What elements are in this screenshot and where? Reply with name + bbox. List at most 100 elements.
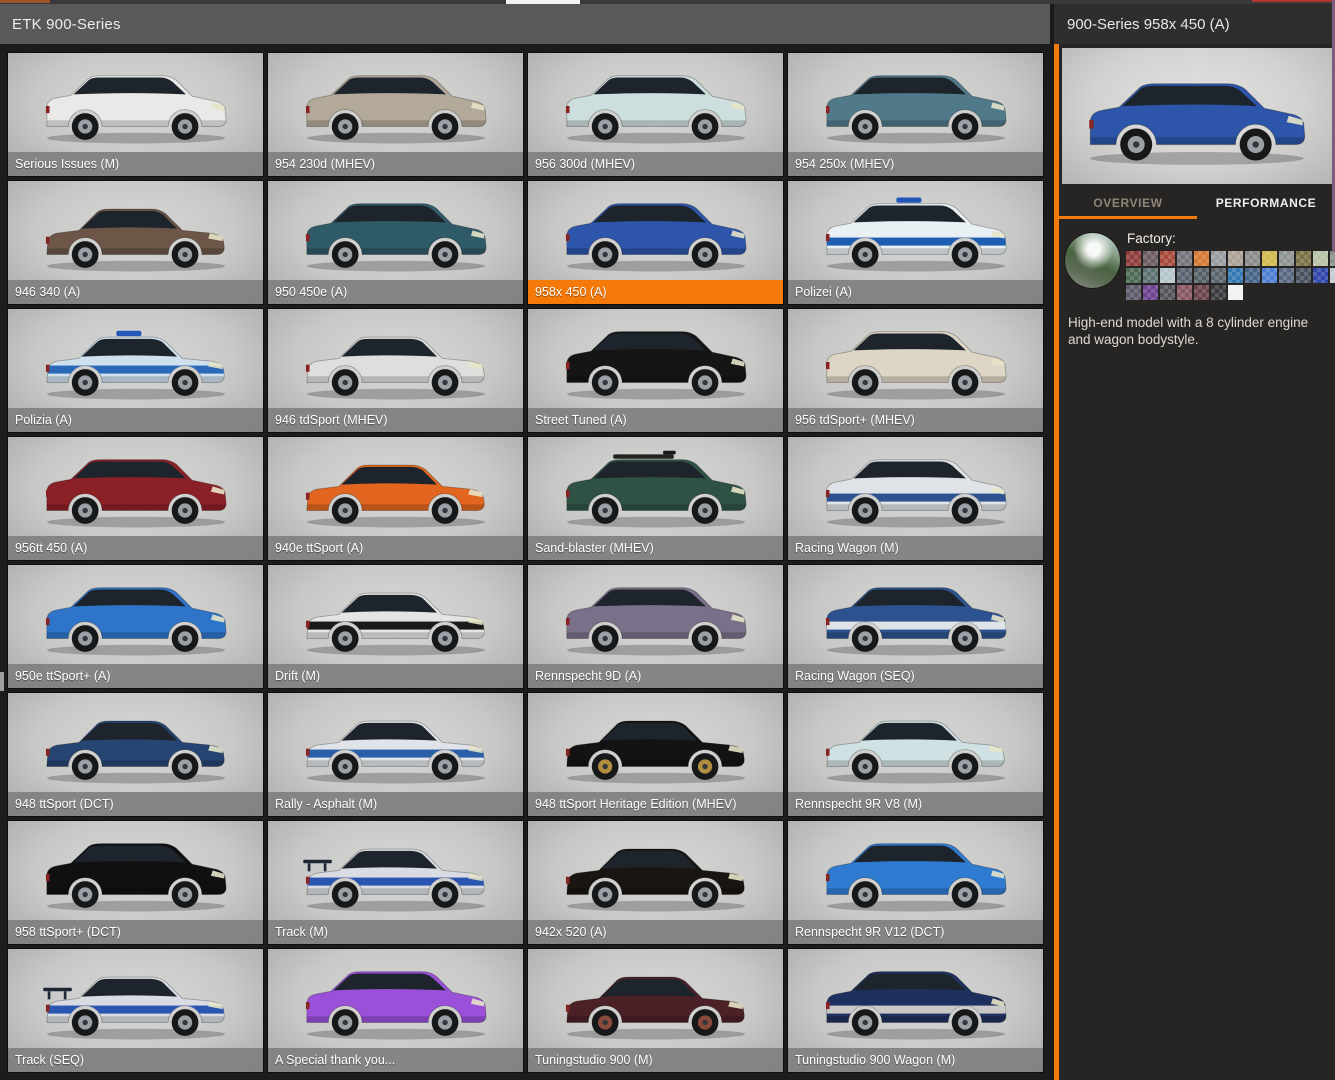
grid-scrollbar-thumb[interactable] bbox=[0, 672, 4, 691]
color-swatch[interactable] bbox=[1126, 268, 1141, 283]
vehicle-config-tile[interactable]: Rennspecht 9R V12 (DCT) bbox=[788, 821, 1043, 944]
vehicle-config-tile[interactable]: Polizia (A) bbox=[8, 309, 263, 432]
vehicle-config-tile[interactable]: 948 ttSport Heritage Edition (MHEV) bbox=[528, 693, 783, 816]
vehicle-list-title: ETK 900-Series bbox=[0, 16, 121, 33]
config-name-label: Rally - Asphalt (M) bbox=[268, 792, 523, 816]
color-swatch[interactable] bbox=[1160, 251, 1175, 266]
vehicle-config-tile[interactable]: Tuningstudio 900 Wagon (M) bbox=[788, 949, 1043, 1072]
config-name-label: A Special thank you... bbox=[268, 1048, 523, 1072]
color-swatch[interactable] bbox=[1262, 268, 1277, 283]
tab-overview[interactable]: OVERVIEW bbox=[1059, 189, 1197, 219]
color-swatch[interactable] bbox=[1262, 251, 1277, 266]
color-swatch[interactable] bbox=[1177, 268, 1192, 283]
config-name-label: 956 300d (MHEV) bbox=[528, 152, 783, 176]
vehicle-config-tile[interactable]: 954 250x (MHEV) bbox=[788, 53, 1043, 176]
color-swatch[interactable] bbox=[1126, 285, 1141, 300]
vehicle-config-tile[interactable]: Racing Wagon (SEQ) bbox=[788, 565, 1043, 688]
vehicle-config-tile[interactable]: Racing Wagon (M) bbox=[788, 437, 1043, 560]
environment-thumbnail[interactable] bbox=[1065, 233, 1120, 288]
color-swatch[interactable] bbox=[1279, 251, 1294, 266]
color-swatch[interactable] bbox=[1160, 268, 1175, 283]
vehicle-render bbox=[268, 693, 523, 792]
config-name-label: Track (M) bbox=[268, 920, 523, 944]
vehicle-render bbox=[528, 309, 783, 408]
color-swatch[interactable] bbox=[1143, 285, 1158, 300]
color-swatch[interactable] bbox=[1245, 268, 1260, 283]
vehicle-config-tile[interactable]: Rennspecht 9R V8 (M) bbox=[788, 693, 1043, 816]
vehicle-render bbox=[8, 309, 263, 408]
vehicle-config-tile[interactable]: Serious Issues (M) bbox=[8, 53, 263, 176]
color-swatch[interactable] bbox=[1313, 251, 1328, 266]
config-name-label: Tuningstudio 900 Wagon (M) bbox=[788, 1048, 1043, 1072]
vehicle-config-tile[interactable]: 950 450e (A) bbox=[268, 181, 523, 304]
color-swatch[interactable] bbox=[1296, 251, 1311, 266]
vehicle-render bbox=[8, 565, 263, 664]
vehicle-render bbox=[8, 949, 263, 1048]
vehicle-config-tile[interactable]: 946 340 (A) bbox=[8, 181, 263, 304]
color-swatch[interactable] bbox=[1177, 285, 1192, 300]
config-name-label: 958x 450 (A) bbox=[528, 280, 783, 304]
vehicle-render bbox=[8, 437, 263, 536]
vehicle-config-tile[interactable]: 956 tdSport+ (MHEV) bbox=[788, 309, 1043, 432]
vehicle-render bbox=[788, 693, 1043, 792]
vehicle-config-tile[interactable]: 958 ttSport+ (DCT) bbox=[8, 821, 263, 944]
color-swatch[interactable] bbox=[1211, 251, 1226, 266]
color-swatch[interactable] bbox=[1330, 268, 1335, 283]
color-swatch[interactable] bbox=[1194, 285, 1209, 300]
vehicle-config-tile[interactable]: 942x 520 (A) bbox=[528, 821, 783, 944]
config-grid-area: Serious Issues (M) 954 230d (MHEV) 956 3… bbox=[0, 44, 1050, 1080]
color-swatch[interactable] bbox=[1228, 268, 1243, 283]
vehicle-config-tile[interactable]: 958x 450 (A) bbox=[528, 181, 783, 304]
color-swatch[interactable] bbox=[1228, 285, 1243, 300]
vehicle-config-tile[interactable]: 956tt 450 (A) bbox=[8, 437, 263, 560]
color-swatch[interactable] bbox=[1313, 268, 1328, 283]
vehicle-config-tile[interactable]: Track (SEQ) bbox=[8, 949, 263, 1072]
vehicle-list-header: ETK 900-Series bbox=[0, 4, 1050, 44]
tab-performance[interactable]: PERFORMANCE bbox=[1197, 189, 1335, 219]
color-swatch[interactable] bbox=[1143, 268, 1158, 283]
config-name-label: 956tt 450 (A) bbox=[8, 536, 263, 560]
vehicle-config-tile[interactable]: Rally - Asphalt (M) bbox=[268, 693, 523, 816]
vehicle-config-tile[interactable]: Rennspecht 9D (A) bbox=[528, 565, 783, 688]
color-swatch[interactable] bbox=[1245, 251, 1260, 266]
top-strip-brown-segment bbox=[0, 0, 50, 3]
color-swatch[interactable] bbox=[1160, 285, 1175, 300]
color-swatch[interactable] bbox=[1211, 285, 1226, 300]
vehicle-config-tile[interactable]: Tuningstudio 900 (M) bbox=[528, 949, 783, 1072]
config-name-label: Polizei (A) bbox=[788, 280, 1043, 304]
top-strip-red-segment bbox=[1252, 0, 1335, 2]
color-swatch[interactable] bbox=[1228, 251, 1243, 266]
vehicle-config-tile[interactable]: A Special thank you... bbox=[268, 949, 523, 1072]
color-swatch[interactable] bbox=[1279, 268, 1294, 283]
config-name-label: 958 ttSport+ (DCT) bbox=[8, 920, 263, 944]
vehicle-config-tile[interactable]: Sand-blaster (MHEV) bbox=[528, 437, 783, 560]
vehicle-config-tile[interactable]: 946 tdSport (MHEV) bbox=[268, 309, 523, 432]
vehicle-render bbox=[8, 53, 263, 152]
color-swatch[interactable] bbox=[1177, 251, 1192, 266]
color-swatch[interactable] bbox=[1211, 268, 1226, 283]
vehicle-config-tile[interactable]: 956 300d (MHEV) bbox=[528, 53, 783, 176]
selected-config-title: 900-Series 958x 450 (A) bbox=[1054, 16, 1230, 33]
vehicle-render bbox=[528, 565, 783, 664]
color-swatch[interactable] bbox=[1296, 268, 1311, 283]
vehicle-config-tile[interactable]: 954 230d (MHEV) bbox=[268, 53, 523, 176]
vehicle-config-tile[interactable]: Street Tuned (A) bbox=[528, 309, 783, 432]
color-swatch[interactable] bbox=[1194, 268, 1209, 283]
config-name-label: 950e ttSport+ (A) bbox=[8, 664, 263, 688]
color-swatch[interactable] bbox=[1126, 251, 1141, 266]
factory-color-palette bbox=[1126, 251, 1329, 300]
vehicle-config-tile[interactable]: 940e ttSport (A) bbox=[268, 437, 523, 560]
color-swatch[interactable] bbox=[1143, 251, 1158, 266]
vehicle-render bbox=[268, 181, 523, 280]
vehicle-render bbox=[268, 53, 523, 152]
vehicle-config-tile[interactable]: Drift (M) bbox=[268, 565, 523, 688]
vehicle-config-tile[interactable]: 948 ttSport (DCT) bbox=[8, 693, 263, 816]
color-swatch[interactable] bbox=[1330, 251, 1335, 266]
config-name-label: Rennspecht 9D (A) bbox=[528, 664, 783, 688]
vehicle-config-tile[interactable]: Polizei (A) bbox=[788, 181, 1043, 304]
vehicle-config-tile[interactable]: Track (M) bbox=[268, 821, 523, 944]
vehicle-render bbox=[788, 949, 1043, 1048]
vehicle-config-tile[interactable]: 950e ttSport+ (A) bbox=[8, 565, 263, 688]
vehicle-render bbox=[268, 437, 523, 536]
color-swatch[interactable] bbox=[1194, 251, 1209, 266]
